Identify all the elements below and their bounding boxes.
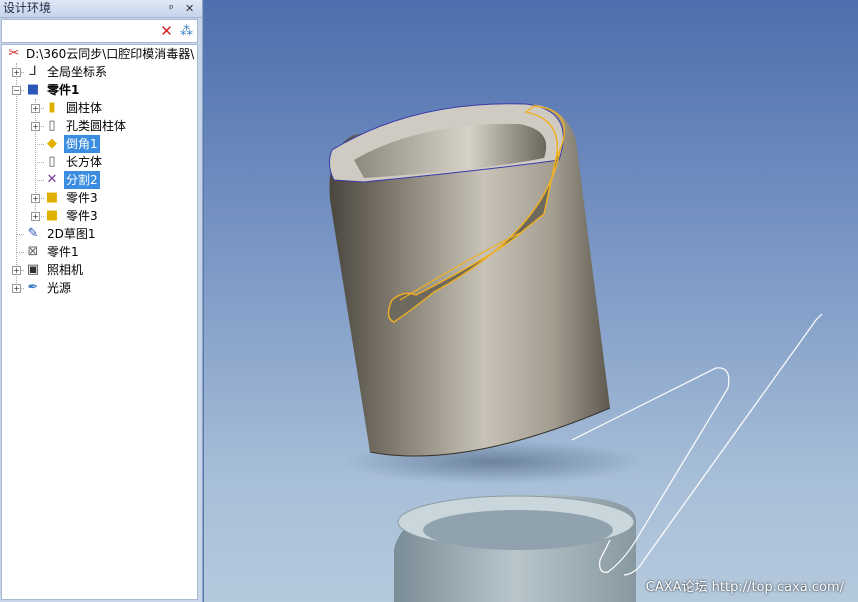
- close-icon[interactable]: ✕: [185, 0, 194, 17]
- tree-item-label: 零件3: [66, 191, 98, 205]
- tree-toolbar: ✕ ⁂: [1, 19, 198, 43]
- tree-item-global-coords[interactable]: + ⅃ 全局坐标系: [2, 63, 197, 81]
- part-icon: ■: [45, 208, 59, 223]
- tree-item-light[interactable]: + ✒ 光源: [2, 279, 197, 297]
- expand-icon[interactable]: +: [12, 284, 21, 293]
- expand-icon[interactable]: +: [31, 122, 40, 131]
- tree-item-label: 分割2: [64, 171, 100, 189]
- tree-item-split2[interactable]: ✕ 分割2: [2, 171, 197, 189]
- pin-icon[interactable]: ᵖ: [169, 0, 174, 17]
- document-icon: ✂: [8, 46, 20, 61]
- main-cylinder-part: [328, 103, 611, 457]
- panel-title: 设计环境: [3, 1, 52, 15]
- tree-item-label: 圆柱体: [66, 101, 103, 115]
- design-environment-panel: 设计环境 ᵖ ✕ ✕ ⁂ ✂ D:\360云同步\口腔印模消毒器\ + ⅃ 全局…: [0, 0, 203, 602]
- watermark: CAXA论坛 http://top.caxa.com/: [645, 580, 844, 595]
- tree-item-2d-sketch[interactable]: ✎ 2D草图1: [2, 225, 197, 243]
- delete-icon[interactable]: ✕: [158, 23, 175, 40]
- expand-icon[interactable]: +: [12, 68, 21, 77]
- expand-icon[interactable]: +: [31, 104, 40, 113]
- tree-item-part3[interactable]: + ■ 零件3: [2, 207, 197, 225]
- part-icon: ■: [45, 190, 59, 205]
- tree-item-chamfer1[interactable]: ◆ 倒角1: [2, 135, 197, 153]
- tree-root[interactable]: ✂ D:\360云同步\口腔印模消毒器\: [2, 45, 197, 63]
- split-icon: ✕: [46, 172, 58, 187]
- expand-icon[interactable]: +: [12, 266, 21, 275]
- tree-item-label: 孔类圆柱体: [66, 119, 127, 133]
- drawing-icon: ⊠: [27, 244, 39, 259]
- sketch-icon: ✎: [27, 226, 39, 241]
- 3d-viewport[interactable]: CAXA论坛 http://top.caxa.com/: [204, 0, 858, 602]
- panel-title-bar: 设计环境 ᵖ ✕: [0, 0, 202, 18]
- tree-item-label: 长方体: [66, 155, 103, 169]
- tree-root-label: D:\360云同步\口腔印模消毒器\: [26, 47, 195, 61]
- collapse-icon[interactable]: −: [12, 86, 21, 95]
- model-render: [328, 103, 823, 602]
- camera-icon: ▣: [26, 262, 40, 277]
- tree-item-drawing-part1[interactable]: ⊠ 零件1: [2, 243, 197, 261]
- tree-item-label: 零件1: [47, 245, 79, 259]
- part-icon: ■: [26, 82, 40, 97]
- tree-item-label: 照相机: [47, 263, 84, 277]
- expand-icon[interactable]: +: [31, 194, 40, 203]
- light-icon: ✒: [27, 280, 39, 295]
- tree-item-label: 2D草图1: [47, 227, 96, 241]
- tree-item-label: 倒角1: [64, 135, 100, 153]
- lower-cylinder-part: [394, 494, 636, 602]
- tree-item-cuboid[interactable]: ▯ 长方体: [2, 153, 197, 171]
- hole-cylinder-icon: ▯: [48, 118, 56, 133]
- design-tree: ✂ D:\360云同步\口腔印模消毒器\ + ⅃ 全局坐标系 − ■ 零件1 +…: [1, 44, 198, 600]
- chamfer-icon: ◆: [47, 136, 57, 151]
- cylinder-icon: ▮: [48, 100, 56, 115]
- expand-icon[interactable]: +: [31, 212, 40, 221]
- axis-icon: ⅃: [29, 64, 37, 79]
- tree-item-label: 光源: [47, 281, 72, 295]
- tree-item-camera[interactable]: + ▣ 照相机: [2, 261, 197, 279]
- tree-item-label: 全局坐标系: [47, 65, 108, 79]
- tree-item-part1[interactable]: − ■ 零件1: [2, 81, 197, 99]
- filter-icon[interactable]: ⁂: [178, 23, 195, 40]
- cuboid-icon: ▯: [48, 154, 56, 169]
- tree-item-label: 零件3: [66, 209, 98, 223]
- tree-item-hole-cylinder[interactable]: + ▯ 孔类圆柱体: [2, 117, 197, 135]
- tree-item-label: 零件1: [47, 83, 80, 97]
- tree-item-part3[interactable]: + ■ 零件3: [2, 189, 197, 207]
- tree-item-cylinder[interactable]: + ▮ 圆柱体: [2, 99, 197, 117]
